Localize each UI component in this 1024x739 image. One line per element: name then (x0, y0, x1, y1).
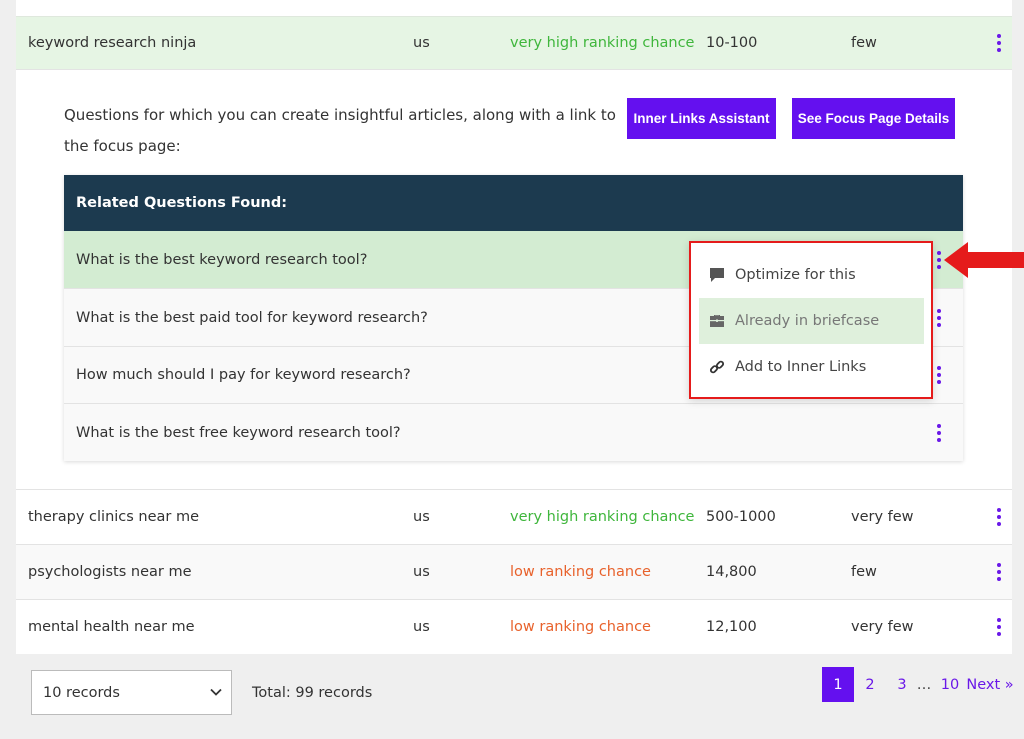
questions-intro-text: Questions for which you can create insig… (64, 106, 616, 155)
question-menu-icon[interactable] (933, 423, 945, 442)
records-select-value: 10 records (43, 684, 120, 701)
competition-cell: very few (851, 509, 914, 525)
optimize-for-this-menu-item[interactable]: Optimize for this (699, 252, 924, 298)
question-row[interactable]: What is the best free keyword research t… (64, 404, 963, 461)
add-to-inner-links-menu-item[interactable]: Add to Inner Links (699, 344, 924, 390)
question-text: What is the best paid tool for keyword r… (76, 309, 428, 326)
page-10-button[interactable]: 10 (937, 667, 963, 702)
volume-cell: 10-100 (706, 35, 758, 51)
ranking-chance-cell: very high ranking chance (510, 509, 695, 525)
link-icon (709, 359, 725, 375)
page-2-button[interactable]: 2 (858, 667, 882, 702)
question-text: What is the best free keyword research t… (76, 424, 401, 441)
records-per-page-select[interactable]: 10 records (31, 670, 232, 715)
question-text: What is the best keyword research tool? (76, 251, 368, 268)
row-menu-icon[interactable] (993, 563, 1005, 581)
keyword-cell: therapy clinics near me (28, 509, 200, 525)
question-menu-icon[interactable] (933, 308, 945, 327)
inner-links-assistant-button[interactable]: Inner Links Assistant (627, 98, 776, 139)
keyword-cell: mental health near me (28, 619, 195, 635)
already-in-briefcase-menu-item: Already in briefcase (699, 298, 924, 344)
table-row[interactable]: therapy clinics near me us very high ran… (16, 490, 1012, 545)
competition-cell: few (851, 564, 877, 580)
competition-cell: few (851, 35, 877, 51)
keyword-cell: psychologists near me (28, 564, 192, 580)
table-row[interactable]: keyword research ninja us very high rank… (16, 16, 1012, 70)
ranking-chance-cell: very high ranking chance (510, 35, 695, 51)
total-records-label: Total: 99 records (252, 685, 373, 701)
page-1-button[interactable]: 1 (822, 667, 854, 702)
comment-icon (709, 267, 725, 283)
competition-cell: very few (851, 619, 914, 635)
location-cell: us (413, 564, 430, 580)
location-cell: us (413, 619, 430, 635)
row-menu-icon[interactable] (993, 618, 1005, 636)
briefcase-icon (709, 313, 725, 329)
row-menu-icon[interactable] (993, 34, 1005, 52)
question-menu-icon[interactable] (933, 366, 945, 384)
chevron-down-icon (210, 688, 222, 696)
annotation-arrow-icon (944, 242, 1024, 278)
ranking-chance-cell: low ranking chance (510, 564, 651, 580)
volume-cell: 12,100 (706, 619, 757, 635)
menu-item-label: Add to Inner Links (735, 359, 867, 375)
keyword-cell: keyword research ninja (28, 35, 197, 51)
table-row[interactable]: mental health near me us low ranking cha… (16, 600, 1012, 654)
menu-item-label: Optimize for this (735, 267, 856, 283)
row-menu-icon[interactable] (993, 508, 1005, 526)
menu-item-label: Already in briefcase (735, 313, 880, 329)
volume-cell: 500-1000 (706, 509, 776, 525)
question-context-menu: Optimize for this Already in briefcase A… (689, 241, 933, 399)
question-text: How much should I pay for keyword resear… (76, 367, 411, 383)
ranking-chance-cell: low ranking chance (510, 619, 651, 635)
related-questions-header: Related Questions Found: (64, 175, 963, 231)
location-cell: us (413, 509, 430, 525)
pagination-ellipsis: … (916, 676, 932, 693)
location-cell: us (413, 35, 430, 51)
table-row[interactable]: psychologists near me us low ranking cha… (16, 545, 1012, 600)
next-page-button[interactable]: Next » (966, 667, 1014, 702)
page-3-button[interactable]: 3 (890, 667, 914, 702)
volume-cell: 14,800 (706, 564, 757, 580)
see-focus-page-details-button[interactable]: See Focus Page Details (792, 98, 955, 139)
